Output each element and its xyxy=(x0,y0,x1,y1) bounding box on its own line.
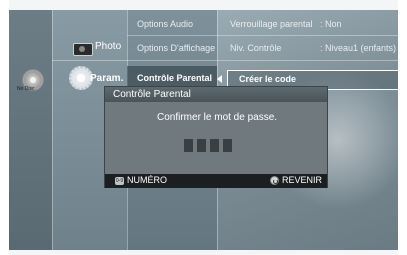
option-parental-lock-value: : Non xyxy=(320,19,342,29)
row-divider xyxy=(127,60,217,61)
dialog-footer: 0-9 NUMÉRO REVENIR xyxy=(105,174,327,188)
category-photo[interactable]: Photo xyxy=(95,41,121,52)
password-dialog: Contrôle Parental Confirmer le mot de pa… xyxy=(105,87,327,188)
dialog-message: Confirmer le mot de passe. xyxy=(157,112,278,123)
return-icon xyxy=(270,176,279,185)
menu-screen: No Disc Photo Param. Options Audio Optio… xyxy=(9,0,398,255)
password-slot[interactable] xyxy=(197,139,206,152)
password-slot[interactable] xyxy=(184,139,193,152)
number-key-icon: 0-9 xyxy=(115,177,124,185)
footer-number-label: NUMÉRO xyxy=(127,175,167,185)
row-divider xyxy=(127,35,217,36)
dialog-titlebar: Contrôle Parental xyxy=(105,87,327,102)
password-slot[interactable] xyxy=(210,139,219,152)
row-divider xyxy=(217,35,398,36)
submenu-item-parental[interactable]: Contrôle Parental xyxy=(137,73,212,83)
dialog-body: Confirmer le mot de passe. xyxy=(105,102,327,174)
top-border xyxy=(9,0,398,10)
row-divider xyxy=(52,60,127,61)
category-param[interactable]: Param. xyxy=(90,73,123,84)
dialog-title: Contrôle Parental xyxy=(113,89,191,100)
photo-icon xyxy=(73,43,93,56)
submenu-item-audio[interactable]: Options Audio xyxy=(137,19,193,29)
bottom-border xyxy=(9,250,398,255)
password-slot[interactable] xyxy=(223,139,232,152)
arrow-left-icon xyxy=(217,75,222,83)
option-control-level-value: : Niveau1 (enfants) xyxy=(320,43,397,53)
submenu-item-display[interactable]: Options D'affichage xyxy=(137,43,215,53)
option-parental-lock[interactable]: Verrouillage parental xyxy=(230,19,313,29)
row-divider xyxy=(217,60,398,61)
disc-column xyxy=(9,10,52,250)
option-control-level[interactable]: Niv. Contrôle xyxy=(230,43,281,53)
footer-return-label[interactable]: REVENIR xyxy=(282,175,322,185)
option-create-code-label: Créer le code xyxy=(239,74,297,84)
column-divider xyxy=(52,10,53,250)
disc-status: No Disc xyxy=(17,86,35,92)
